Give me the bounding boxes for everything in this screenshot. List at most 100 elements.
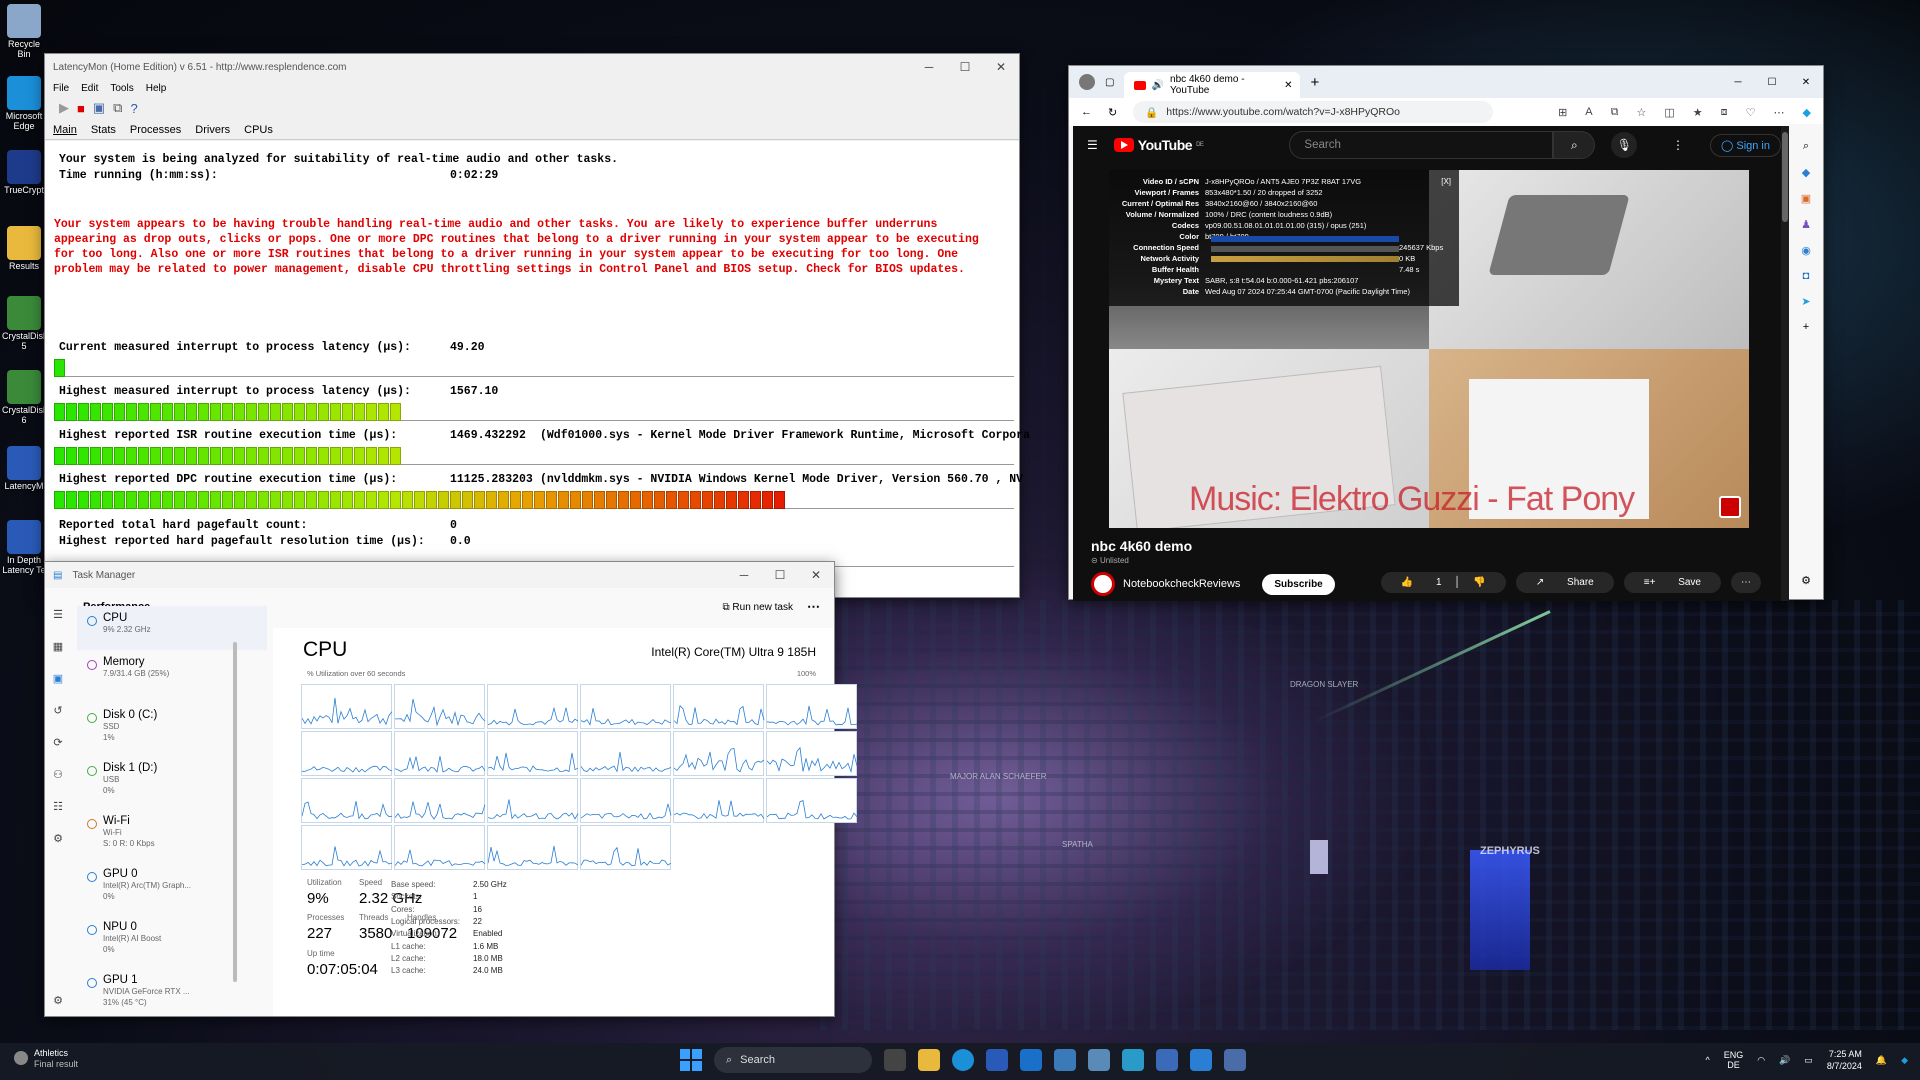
maximize-button[interactable]: ☐	[1755, 77, 1789, 88]
resource-item-npu-0[interactable]: NPU 0 Intel(R) AI Boost 0%	[77, 915, 267, 968]
menu-tools[interactable]: Tools	[110, 83, 133, 94]
play-icon[interactable]: ▶	[59, 100, 69, 116]
history-icon[interactable]: ↺	[53, 704, 62, 717]
remote-desktop-icon[interactable]	[1122, 1049, 1144, 1071]
wifi-icon[interactable]: ◠	[1757, 1055, 1765, 1066]
minimize-button[interactable]: ─	[726, 568, 762, 582]
resource-item-memory[interactable]: Memory 7.9/31.4 GB (25%)	[77, 650, 267, 703]
collections-icon[interactable]: ⧈	[1721, 106, 1728, 119]
resource-item-disk-0-c-[interactable]: Disk 0 (C:) SSD 1%	[77, 703, 267, 756]
m365-icon[interactable]: ◉	[1801, 244, 1811, 257]
edge-icon[interactable]	[952, 1049, 974, 1071]
favorites-icon[interactable]: ★	[1693, 106, 1703, 119]
profile-icon[interactable]	[1079, 74, 1095, 90]
more-options-icon[interactable]: ⋯	[807, 599, 820, 615]
sign-in-button[interactable]: ◯ Sign in	[1709, 133, 1781, 157]
title-bar[interactable]: LatencyMon (Home Edition) v 6.51 - http:…	[45, 54, 1019, 80]
maximize-button[interactable]: ☐	[762, 568, 798, 582]
file-explorer-icon[interactable]	[918, 1049, 940, 1071]
channel-name[interactable]: NotebookcheckReviews	[1123, 578, 1240, 590]
url-field[interactable]: 🔒 https://www.youtube.com/watch?v=J-x8HPy…	[1133, 101, 1494, 123]
menu-icon[interactable]: ☰	[1087, 138, 1098, 152]
split-screen-icon[interactable]: ◫	[1664, 106, 1674, 119]
tab-drivers[interactable]: Drivers	[195, 124, 230, 136]
more-vert-icon[interactable]: ⋮	[1672, 138, 1684, 152]
minimize-button[interactable]: ─	[1721, 77, 1755, 88]
games-icon[interactable]: ♟	[1801, 218, 1811, 231]
latencymon-window[interactable]: LatencyMon (Home Edition) v 6.51 - http:…	[44, 53, 1030, 598]
close-button[interactable]: ✕	[798, 568, 834, 582]
menu-help[interactable]: Help	[146, 83, 167, 94]
like-button[interactable]: 👍 1 │ 👎	[1380, 572, 1506, 593]
resource-item-gpu-1[interactable]: GPU 1 NVIDIA GeForce RTX ... 31% (45 °C)	[77, 968, 267, 1016]
tools-icon[interactable]: ▣	[1801, 192, 1811, 205]
calculator-icon[interactable]	[1054, 1049, 1076, 1071]
details-icon[interactable]: ☷	[53, 800, 63, 813]
volume-icon[interactable]: 🔊	[1779, 1055, 1790, 1066]
close-button[interactable]: ✕	[1789, 77, 1823, 88]
add-icon[interactable]: +	[1803, 321, 1809, 333]
desktop-icon[interactable]: CrystalDisk 5	[2, 296, 48, 352]
help-icon[interactable]: ?	[130, 101, 137, 116]
more-actions-button[interactable]: ⋯	[1731, 572, 1761, 593]
desktop-icon[interactable]: TrueCrypt	[2, 150, 46, 196]
maximize-button[interactable]: ☐	[947, 60, 983, 74]
page-scrollbar[interactable]	[1781, 126, 1789, 601]
save-button[interactable]: ≡+ Save	[1623, 572, 1721, 593]
back-button[interactable]: ←	[1081, 106, 1092, 118]
extension-icon[interactable]: ⧉	[1611, 106, 1619, 119]
channel-avatar[interactable]	[1091, 572, 1115, 596]
tag-icon[interactable]: ◆	[1802, 166, 1810, 179]
outlook-icon[interactable]: ◘	[1803, 270, 1810, 282]
language-indicator[interactable]: ENG DE	[1724, 1050, 1744, 1070]
resource-item-disk-1-d-[interactable]: Disk 1 (D:) USB 0%	[77, 756, 267, 809]
desktop-icon[interactable]: Microsoft Edge	[2, 76, 46, 132]
menu-edit[interactable]: Edit	[81, 83, 98, 94]
minimize-button[interactable]: ─	[911, 60, 947, 74]
edge-window[interactable]: ▢ 🔊 nbc 4k60 demo - YouTube ✕ + ─ ☐ ✕ ← …	[1068, 65, 1824, 601]
copy-icon[interactable]: ⧉	[113, 100, 122, 116]
battery-icon[interactable]: ▭	[1804, 1055, 1813, 1066]
browser-tab[interactable]: 🔊 nbc 4k60 demo - YouTube ✕	[1124, 72, 1301, 98]
notification-bell-icon[interactable]: 🔔	[1876, 1055, 1887, 1066]
copilot-icon[interactable]: ◆	[1803, 106, 1811, 119]
hamburger-icon[interactable]: ☰	[53, 608, 63, 621]
send-icon[interactable]: ➤	[1801, 295, 1810, 308]
stop-icon[interactable]: ■	[77, 101, 85, 116]
users-icon[interactable]: ⚇	[53, 768, 63, 781]
tab-main[interactable]: Main	[53, 124, 77, 136]
search-button[interactable]: ⌕	[1553, 131, 1596, 159]
snipping-tool-icon[interactable]	[1156, 1049, 1178, 1071]
search-icon[interactable]: ⌕	[1803, 140, 1809, 153]
title-bar[interactable]: ▤ Task Manager ─ ☐ ✕	[45, 562, 834, 588]
refresh-button[interactable]: ↻	[1108, 106, 1117, 119]
performance-icon[interactable]: ▣	[53, 672, 63, 685]
outlook-icon[interactable]	[1020, 1049, 1042, 1071]
task-view-icon[interactable]	[884, 1049, 906, 1071]
desktop-icon[interactable]: LatencyM	[2, 446, 46, 492]
desktop-icon[interactable]: Recycle Bin	[2, 4, 46, 60]
chevron-up-icon[interactable]: ^	[1705, 1055, 1709, 1065]
performance-icon[interactable]: ♡	[1746, 106, 1756, 119]
tab-close-icon[interactable]: ✕	[1284, 80, 1292, 91]
store-icon[interactable]	[986, 1049, 1008, 1071]
resource-item-gpu-0[interactable]: GPU 0 Intel(R) Arc(TM) Graph... 0%	[77, 862, 267, 915]
settings-icon[interactable]: ⚙	[53, 994, 63, 1007]
weather-widget[interactable]: Athletics Final result	[14, 1048, 78, 1070]
services-icon[interactable]: ⚙	[53, 832, 63, 845]
speaker-icon[interactable]: 🔊	[1152, 80, 1164, 91]
mic-icon[interactable]: 🎙	[1611, 132, 1638, 158]
task-manager-window[interactable]: ▤ Task Manager ─☐✕ ☰ ▦ ▣ ↺ ⟳ ⚇ ☷ ⚙ ⚙ Per…	[44, 561, 858, 1017]
latencymon-icon[interactable]	[1224, 1049, 1246, 1071]
share-button[interactable]: ↗ Share	[1515, 572, 1614, 593]
apps-icon[interactable]: ⊞	[1558, 106, 1567, 119]
resource-item-cpu[interactable]: CPU 9% 2.32 GHz	[77, 606, 267, 650]
video-player[interactable]: Video ID / sCPN J-x8HPyQROo / ANT5 AJE0 7…	[1109, 170, 1749, 528]
task-manager-icon[interactable]	[1190, 1049, 1212, 1071]
network-tool-icon[interactable]	[1088, 1049, 1110, 1071]
tab-cpus[interactable]: CPUs	[244, 124, 273, 136]
startup-icon[interactable]: ⟳	[53, 736, 62, 749]
resource-item-wi-fi[interactable]: Wi-Fi Wi-Fi S: 0 R: 0 Kbps	[77, 809, 267, 862]
sidebar-scrollbar[interactable]	[233, 642, 237, 982]
youtube-logo[interactable]: YouTube DE	[1113, 137, 1204, 153]
